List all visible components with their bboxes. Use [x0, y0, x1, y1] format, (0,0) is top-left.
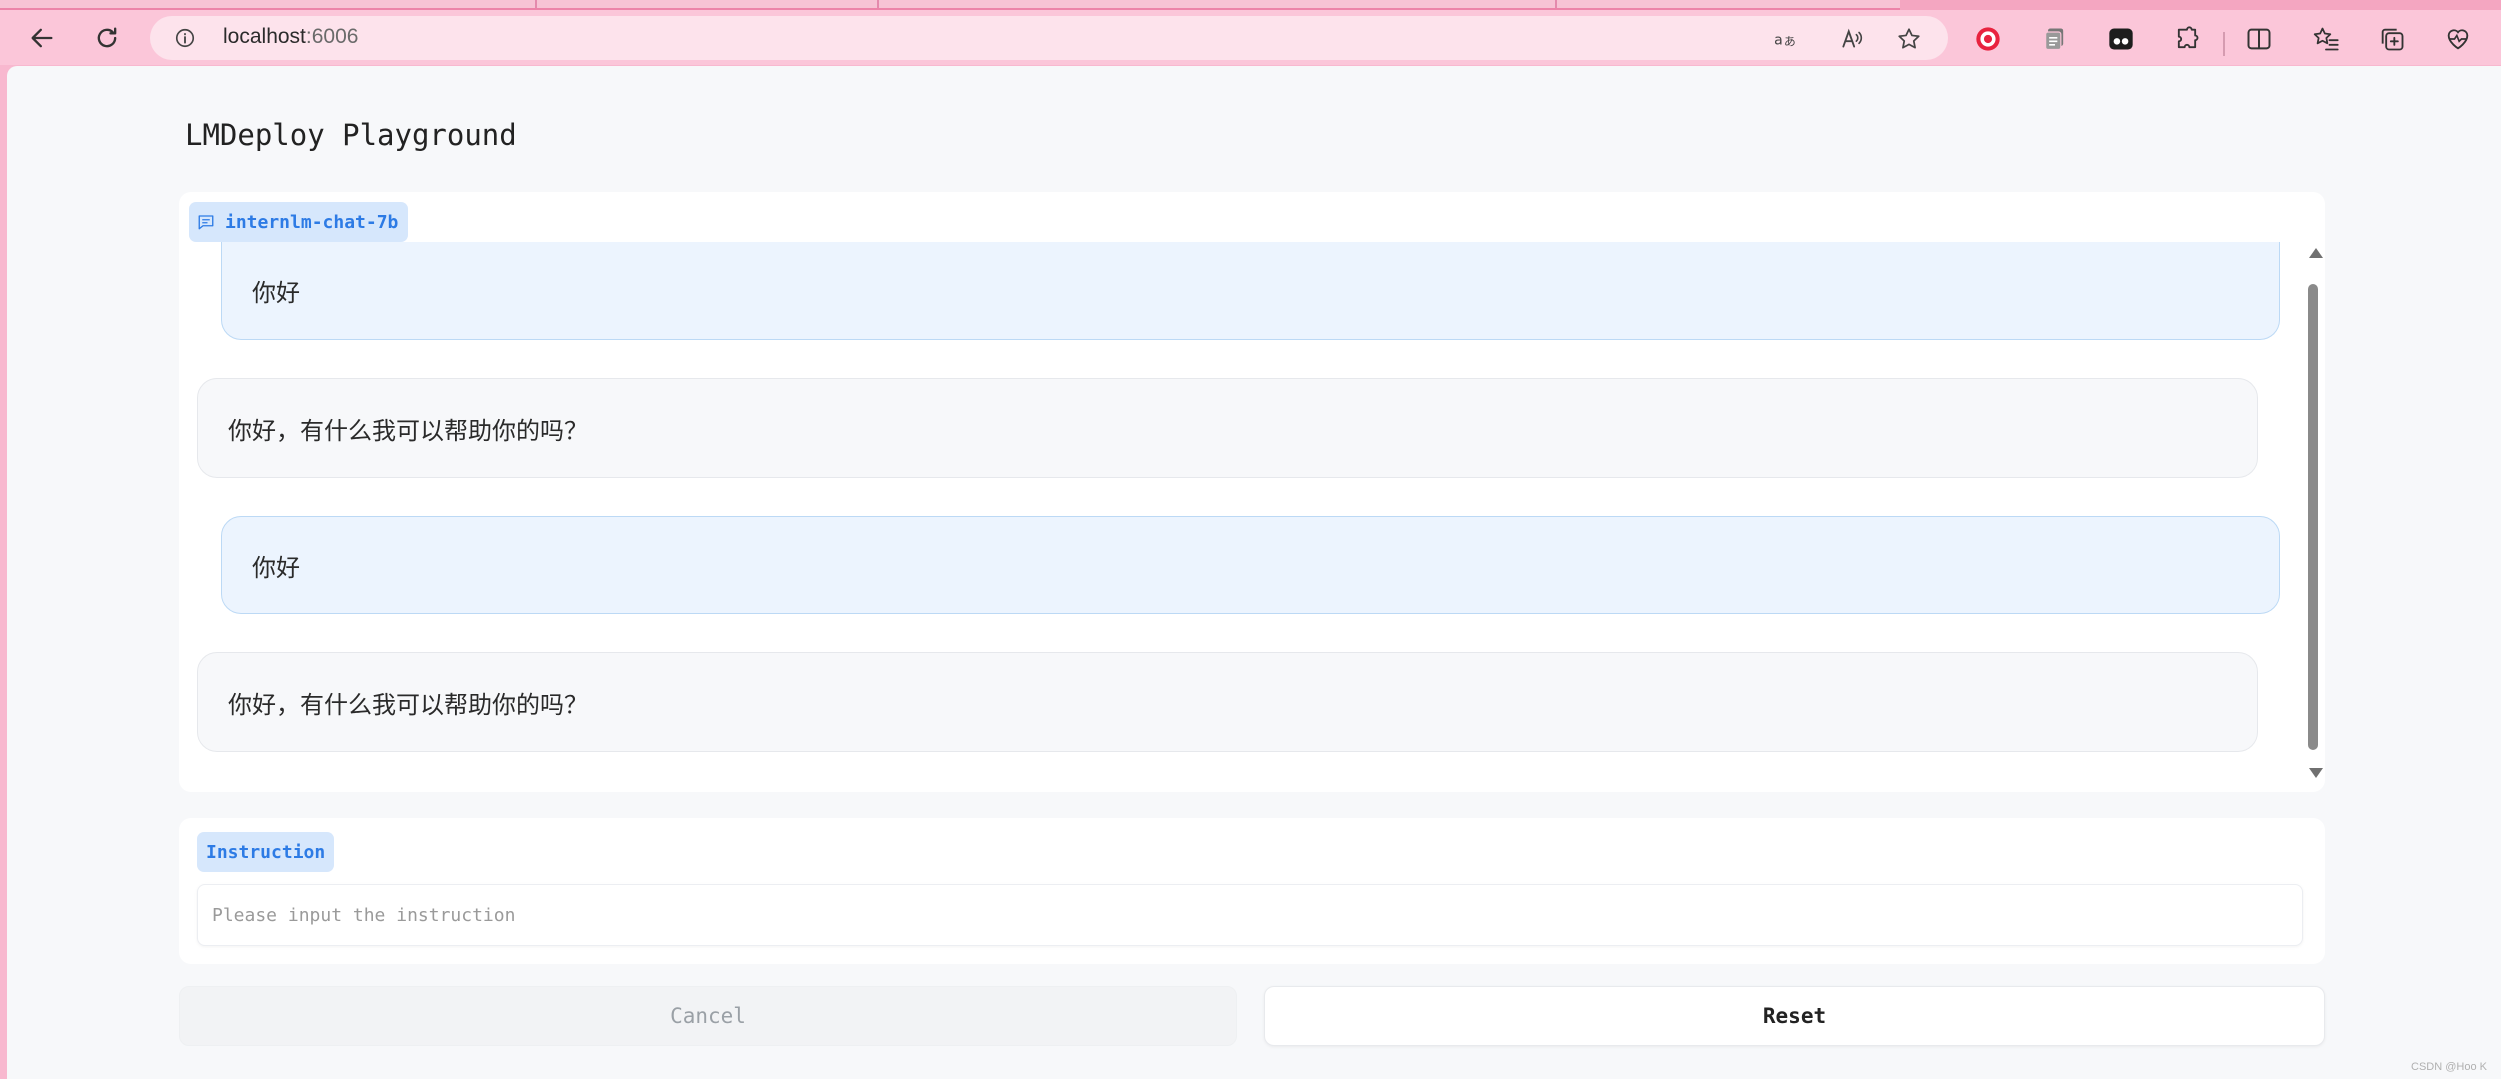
split-screen-icon: [2247, 28, 2271, 50]
extensions-button[interactable]: [2171, 23, 2203, 55]
back-button[interactable]: [21, 18, 63, 58]
reset-button[interactable]: Reset: [1264, 986, 2325, 1046]
user-message: 你好: [221, 242, 2280, 340]
watermark: CSDN @Hoo K: [2411, 1061, 2487, 1073]
favorites-list-icon: [2313, 27, 2339, 51]
toolbar-divider: [2223, 32, 2225, 56]
scroll-down-arrow[interactable]: [2309, 768, 2323, 778]
tab-separator: [1555, 0, 1557, 8]
svg-text:あ: あ: [1784, 35, 1796, 49]
browser-tab-active[interactable]: [0, 0, 1900, 10]
document-extension-icon: [2045, 28, 2064, 51]
translate-button[interactable]: aあ: [1772, 25, 1800, 53]
page-title: LMDeploy Playground: [185, 118, 517, 152]
svg-text:a: a: [1774, 32, 1783, 48]
cancel-button[interactable]: Cancel: [179, 986, 1237, 1046]
url-text[interactable]: localhost:6006: [223, 25, 358, 49]
assistant-message: 你好，有什么我可以帮助你的吗？: [197, 378, 2258, 478]
chatbot-label: internlm-chat-7b: [189, 202, 409, 242]
chatbot-panel: internlm-chat-7b 你好 你好，有什么我可以帮助你的吗？ 你好 你…: [179, 192, 2325, 792]
browser-toolbar: localhost:6006 aあ: [0, 10, 2501, 65]
extension-copy-button[interactable]: [2039, 23, 2071, 55]
instruction-panel: Instruction: [179, 818, 2325, 964]
star-icon: [1898, 28, 1920, 49]
scroll-up-arrow[interactable]: [2309, 248, 2323, 258]
read-aloud-button[interactable]: [1838, 25, 1866, 53]
tab-separator: [877, 0, 879, 8]
url-host: localhost: [223, 25, 306, 48]
puzzle-icon: [2177, 26, 2199, 49]
url-port: :6006: [305, 25, 359, 48]
model-name: internlm-chat-7b: [225, 211, 399, 233]
extension-target-button[interactable]: [1972, 23, 2004, 55]
instruction-input[interactable]: [197, 884, 2303, 946]
address-bar[interactable]: localhost:6006 aあ: [150, 16, 1948, 60]
page-viewport: LMDeploy Playground internlm-chat-7b 你好 …: [7, 66, 2501, 1079]
favorite-button[interactable]: [1895, 25, 1923, 53]
extension-dark-button[interactable]: [2105, 23, 2137, 55]
info-icon[interactable]: [174, 27, 196, 49]
read-aloud-icon: [1842, 28, 1863, 48]
chat-scrollbar[interactable]: [2305, 248, 2327, 778]
translate-icon: aあ: [1774, 32, 1796, 49]
dark-extension-icon: [2109, 28, 2133, 50]
chat-bubble-icon: [198, 215, 214, 230]
split-screen-button[interactable]: [2243, 23, 2275, 55]
user-message: 你好: [221, 516, 2280, 614]
instruction-label: Instruction: [197, 832, 335, 872]
collections-button[interactable]: [2376, 23, 2408, 55]
browser-health-button[interactable]: [2442, 23, 2474, 55]
heart-pulse-icon: [2447, 29, 2469, 50]
collections-icon: [2381, 28, 2404, 51]
refresh-icon: [97, 27, 117, 48]
back-arrow-icon: [31, 28, 53, 48]
refresh-button[interactable]: [86, 18, 128, 58]
assistant-message: 你好，有什么我可以帮助你的吗？: [197, 652, 2258, 752]
tab-separator: [535, 0, 537, 8]
favorites-button[interactable]: [2310, 23, 2342, 55]
target-extension-icon: [1976, 27, 2000, 51]
browser-tab-strip: [0, 0, 2501, 10]
scroll-thumb[interactable]: [2308, 284, 2318, 750]
